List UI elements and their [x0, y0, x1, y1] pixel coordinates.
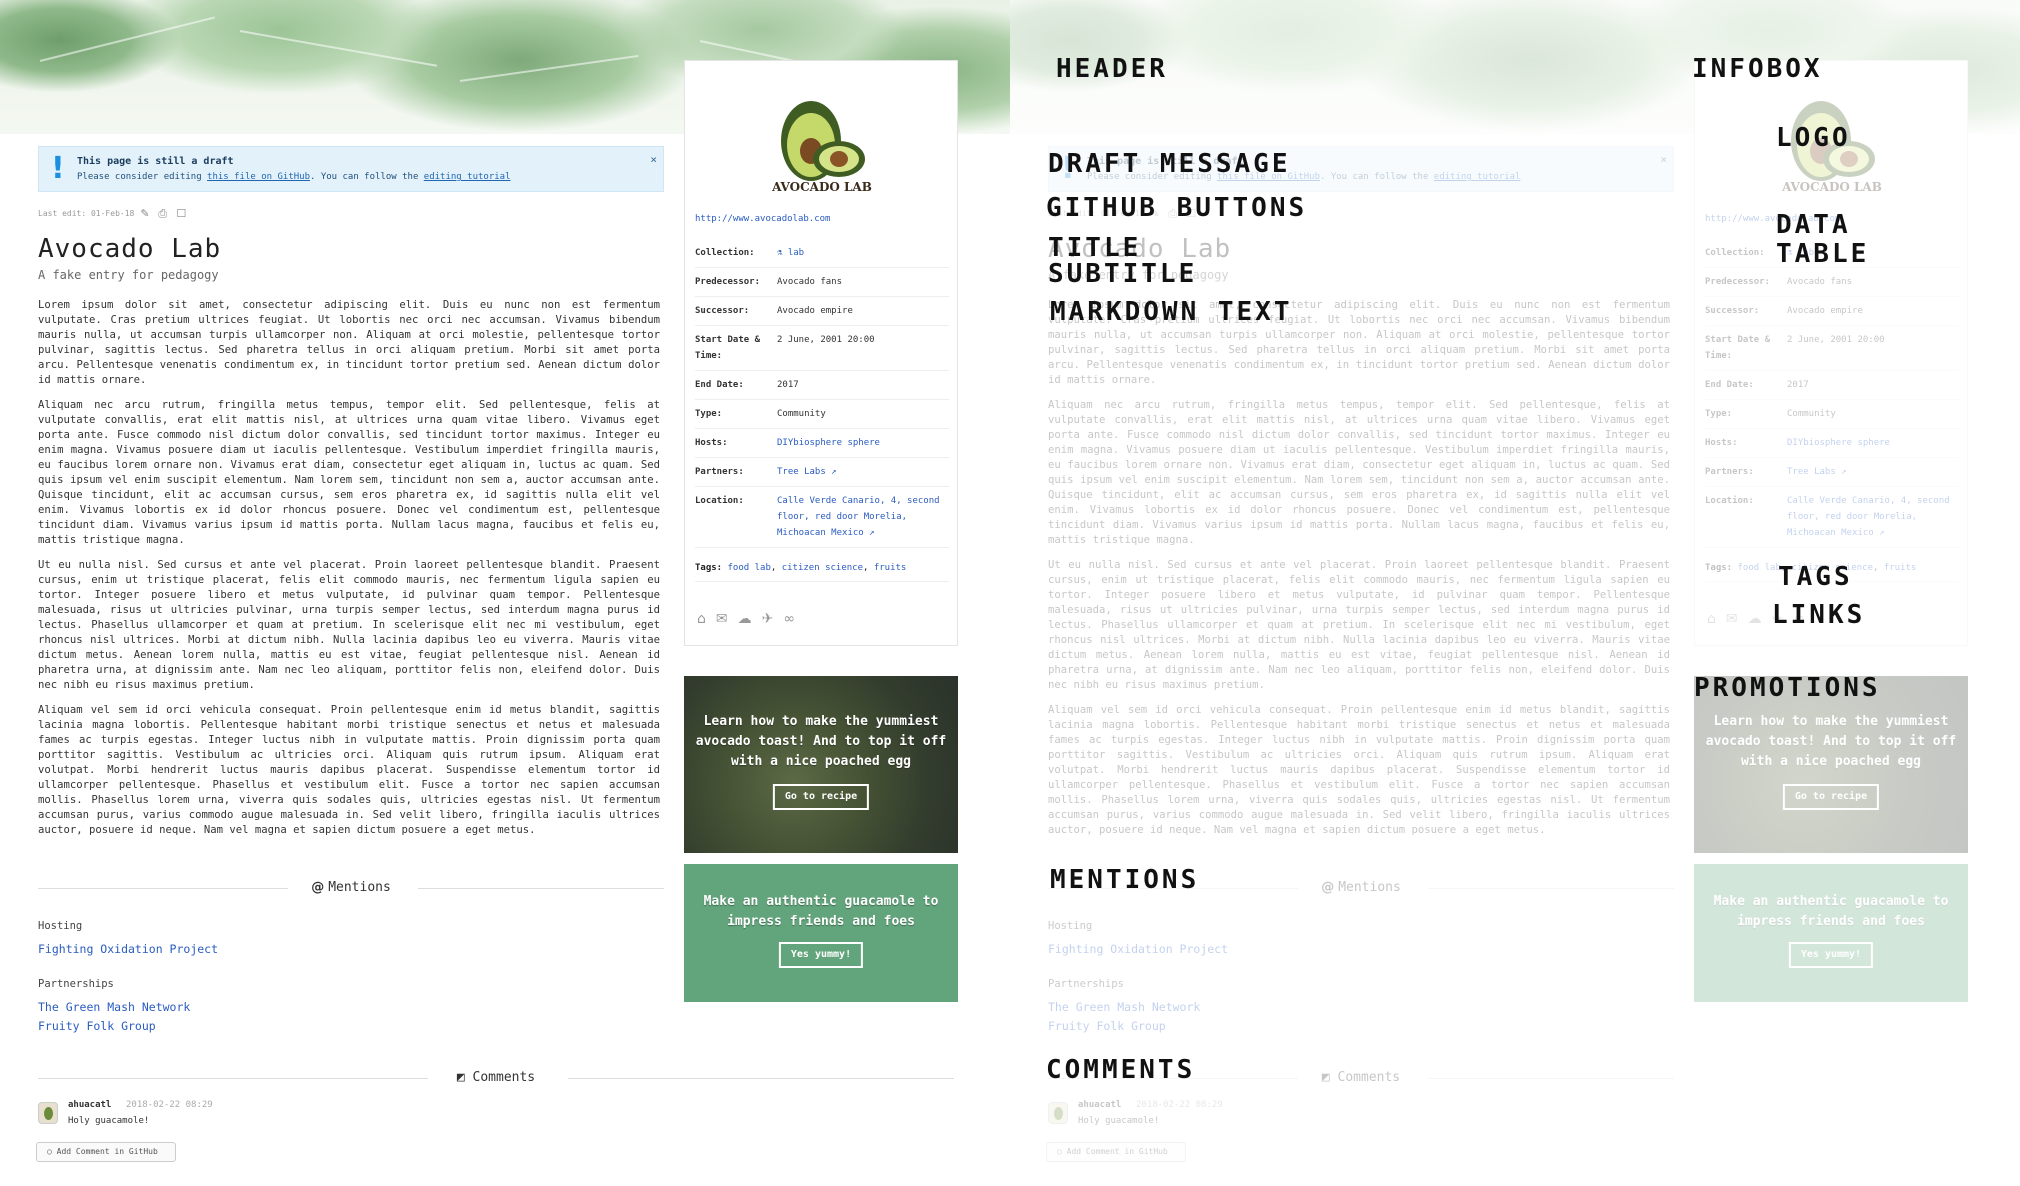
- draft-message: ! This page is still a draft Please cons…: [38, 146, 664, 192]
- comment-date: 2018-02-22 08:29: [126, 1100, 213, 1110]
- links: ⌂ ✉ ☁ ✈ ∞: [697, 611, 795, 627]
- comment-icon[interactable]: ☐: [176, 208, 188, 219]
- location-link[interactable]: Calle Verde Canario, 4, second floor, re…: [777, 496, 940, 538]
- table-row: Hosts: DIYbiosphere sphere: [695, 428, 949, 458]
- comments-icon: ◩: [456, 1070, 473, 1085]
- mention-link[interactable]: Fruity Folk Group: [38, 1019, 190, 1033]
- annotation-tags: TAGS: [1778, 562, 1853, 592]
- paragraph: Ut eu nulla nisl. Sed cursus et ante vel…: [38, 559, 660, 691]
- mention-link[interactable]: The Green Mash Network: [38, 1000, 190, 1014]
- promotion-card: Learn how to make the yummiest avocado t…: [684, 676, 958, 853]
- annotation-header: HEADER: [1056, 54, 1168, 84]
- github-buttons: Last edit: 01-Feb-18 ✎ ⎙ ☐: [38, 208, 188, 219]
- tag-link[interactable]: food lab: [728, 563, 771, 573]
- data-table: Collection:⚗ lab Predecessor:Avocado fan…: [695, 239, 949, 548]
- mentions-hosting: Hosting Fighting Oxidation Project: [38, 920, 219, 956]
- exclamation-icon: !: [51, 151, 65, 186]
- chat-icon[interactable]: ☁: [738, 611, 752, 627]
- table-row: Type: Community: [695, 399, 949, 429]
- comment-icon: ○: [47, 1147, 57, 1156]
- collection-link[interactable]: ⚗ lab: [777, 248, 804, 258]
- close-icon[interactable]: ×: [650, 153, 657, 166]
- at-icon: @: [311, 880, 325, 895]
- history-icon[interactable]: ⎙: [158, 208, 170, 219]
- go-to-recipe-button[interactable]: Go to recipe: [772, 784, 870, 810]
- last-edit-text: Last edit: 01-Feb-18: [38, 209, 135, 218]
- annotation-infobox: INFOBOX: [1692, 54, 1823, 84]
- paragraph: Aliquam nec arcu rutrum, fringilla metus…: [38, 399, 660, 546]
- edit-on-github-link[interactable]: this file on GitHub: [207, 172, 310, 182]
- draft-title: This page is still a draft: [77, 156, 234, 167]
- infobox: AVOCADO LAB http://www.avocadolab.com Co…: [684, 60, 958, 646]
- mentions-partnerships: Partnerships The Green Mash Network Frui…: [38, 978, 191, 1033]
- edit-icon[interactable]: ✎: [140, 208, 152, 219]
- table-row: Successor: Avocado empire: [695, 296, 949, 326]
- website-link[interactable]: http://www.avocadolab.com: [695, 214, 830, 224]
- link-icon[interactable]: ∞: [783, 611, 795, 627]
- svg-text:AVOCADO LAB: AVOCADO LAB: [771, 180, 872, 194]
- mentions-heading: @Mentions: [38, 880, 664, 896]
- table-row: Collection: ⚗ lab: [695, 239, 949, 268]
- annotation-data: DATA: [1776, 210, 1851, 240]
- annotation-table: TABLE: [1776, 239, 1870, 269]
- tag-link[interactable]: fruits: [874, 563, 907, 573]
- table-row: Start Date & Time: 2 June, 2001 20:00: [695, 325, 949, 371]
- promotion-text: Make an authentic guacamole to impress f…: [703, 894, 939, 929]
- page-title: Avocado Lab: [38, 234, 222, 264]
- page-subtitle: A fake entry for pedagogy: [38, 268, 219, 282]
- yes-yummy-button[interactable]: Yes yummy!: [778, 942, 864, 968]
- annotation-comments: COMMENTS: [1046, 1055, 1196, 1085]
- table-row: Predecessor: Avocado fans: [695, 267, 949, 297]
- tags: Tags: food lab, citizen science, fruits: [695, 563, 949, 582]
- paragraph: Aliquam vel sem id orci vehicula consequ…: [38, 704, 660, 836]
- annotation-mentions: MENTIONS: [1050, 865, 1200, 895]
- page-view-left: ! This page is still a draft Please cons…: [0, 0, 1010, 1186]
- markdown-text: Lorem ipsum dolor sit amet, consectetur …: [38, 298, 660, 848]
- annotation-subtitle: SUBTITLE: [1048, 259, 1198, 289]
- comment-item: ahuacatl 2018-02-22 08:29 Holy guacamole…: [38, 1100, 638, 1130]
- annotation-title: TITLE: [1048, 233, 1142, 263]
- page-view-annotated: ! This page is still a draft Please cons…: [1010, 0, 2020, 1186]
- twitter-icon[interactable]: ✈: [762, 611, 774, 627]
- promotion-text: Learn how to make the yummiest avocado t…: [695, 714, 947, 769]
- table-row: Location: Calle Verde Canario, 4, second …: [695, 486, 949, 548]
- annotation-github-buttons: GITHUB BUTTONS: [1046, 193, 1308, 223]
- annotation-logo: LOGO: [1776, 123, 1851, 153]
- add-comment-button[interactable]: ○ Add Comment in GitHub: [36, 1142, 176, 1162]
- home-icon[interactable]: ⌂: [697, 611, 706, 627]
- mention-link[interactable]: Fighting Oxidation Project: [38, 942, 218, 956]
- comment-text: Holy guacamole!: [68, 1116, 150, 1126]
- comments-heading: ◩ Comments: [38, 1070, 954, 1086]
- annotation-markdown-text: MARKDOWN TEXT: [1050, 297, 1293, 327]
- hosts-link[interactable]: DIYbiosphere sphere: [777, 438, 880, 448]
- annotation-draft-message: DRAFT MESSAGE: [1048, 149, 1291, 179]
- annotation-promotions: PROMOTIONS: [1694, 673, 1881, 703]
- avocado-logo: AVOCADO LAB: [771, 101, 872, 194]
- partners-link[interactable]: Tree Labs ↗: [777, 467, 837, 477]
- editing-tutorial-link[interactable]: editing tutorial: [424, 172, 511, 182]
- paragraph: Lorem ipsum dolor sit amet, consectetur …: [38, 299, 660, 386]
- comment-author[interactable]: ahuacatl: [68, 1100, 111, 1110]
- promotion-card: Make an authentic guacamole to impress f…: [684, 864, 958, 1002]
- avatar: [38, 1102, 58, 1124]
- draft-text: Please consider editing this file on Git…: [77, 172, 511, 182]
- table-row: Partners: Tree Labs ↗: [695, 457, 949, 487]
- table-row: End Date: 2017: [695, 370, 949, 400]
- mail-icon[interactable]: ✉: [716, 611, 728, 627]
- tag-link[interactable]: citizen science: [782, 563, 863, 573]
- annotation-links: LINKS: [1772, 600, 1866, 630]
